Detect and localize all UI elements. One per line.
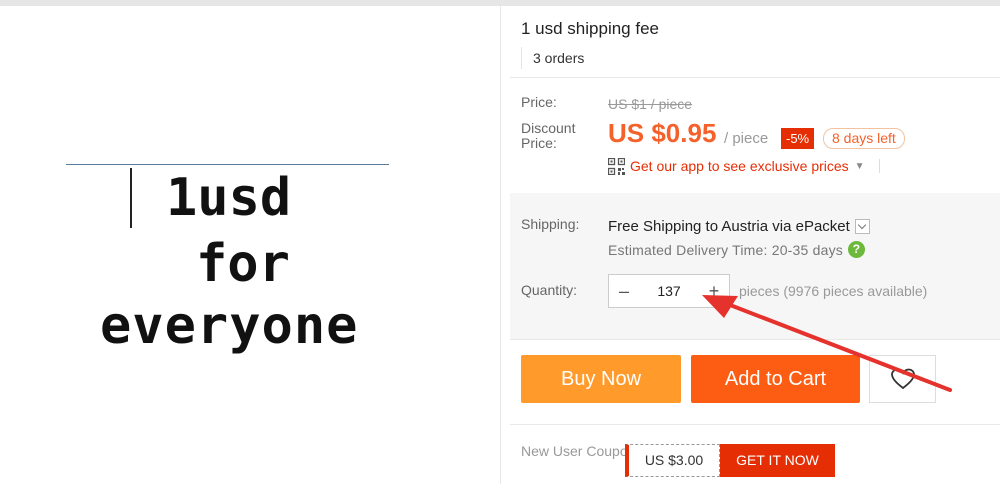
add-to-cart-button[interactable]: Add to Cart: [691, 355, 860, 403]
quantity-input[interactable]: [639, 275, 699, 307]
app-promo-link[interactable]: Get our app to see exclusive prices ▼: [608, 157, 880, 175]
coupon-value: US $3.00: [625, 444, 720, 477]
product-title: 1 usd shipping fee: [521, 19, 659, 38]
discount-badge: -5%: [781, 128, 815, 149]
get-coupon-button[interactable]: GET IT NOW: [720, 444, 835, 477]
decrease-quantity-button[interactable]: –: [609, 275, 639, 307]
delivery-estimate-row: Estimated Delivery Time: 20-35 days ?: [608, 241, 865, 258]
divider: [510, 339, 1000, 340]
shipping-method: Free Shipping to Austria via ePacket: [608, 218, 850, 235]
quantity-stepper: – +: [608, 274, 730, 308]
current-price: US $0.95: [608, 118, 717, 148]
buy-now-button[interactable]: Buy Now: [521, 355, 681, 403]
panel-divider: [500, 6, 501, 484]
wishlist-button[interactable]: [869, 355, 936, 403]
discount-price-label: Discount Price:: [521, 120, 576, 151]
caret-down-icon: ▼: [854, 160, 865, 172]
image-text-line-2: for: [196, 234, 290, 294]
image-text-line-1: 1usd: [166, 168, 292, 228]
heart-icon: [890, 368, 915, 390]
coupon-label: New User Coupon:: [521, 443, 640, 459]
image-text-cursor: [130, 168, 132, 228]
app-promo-text: Get our app to see exclusive prices: [630, 158, 849, 174]
image-divider-line: [66, 164, 389, 165]
increase-quantity-button[interactable]: +: [699, 275, 729, 307]
delivery-estimate: Estimated Delivery Time: 20-35 days: [608, 241, 843, 258]
help-icon[interactable]: ?: [847, 241, 865, 258]
divider: [510, 424, 1000, 425]
orders-count[interactable]: 3 orders: [521, 47, 584, 69]
price-label: Price:: [521, 94, 557, 110]
days-left-badge: 8 days left: [823, 128, 905, 149]
separator: [878, 159, 880, 173]
chevron-down-icon[interactable]: [854, 219, 870, 234]
image-text-line-3: everyone: [100, 296, 359, 356]
qr-code-icon: [608, 157, 625, 175]
quantity-label: Quantity:: [521, 282, 578, 298]
original-price: US $1 / piece: [608, 96, 693, 112]
shipping-label: Shipping:: [521, 216, 580, 232]
coupon: US $3.00 GET IT NOW: [625, 444, 835, 477]
shipping-method-selector[interactable]: Free Shipping to Austria via ePacket: [608, 218, 870, 235]
divider: [510, 77, 1000, 78]
price-unit: / piece: [724, 130, 769, 147]
pieces-available: pieces (9976 pieces available): [739, 283, 928, 299]
shipping-section: [510, 193, 1000, 339]
